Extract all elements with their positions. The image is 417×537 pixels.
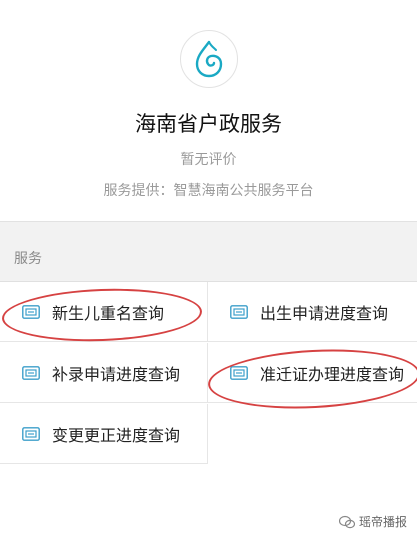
service-item-label: 变更更正进度查询 [52,425,181,445]
services-grid: 新生儿重名查询 出生申请进度查询 补录申请进度查询 准迁证办理进度查询 变更更正… [0,281,417,537]
id-card-icon [22,365,40,380]
rating-text: 暂无评价 [180,152,237,168]
wechat-icon [338,515,355,528]
id-card-icon [230,304,248,319]
service-item-supplement-progress[interactable]: 补录申请进度查询 [0,343,208,403]
service-item-migration-permit-progress[interactable]: 准迁证办理进度查询 [208,343,417,403]
service-logo [180,30,238,88]
hainan-logo-icon [195,40,223,78]
service-item-change-correction-progress[interactable]: 变更更正进度查询 [0,404,208,464]
section-header [0,221,417,282]
watermark-text: 瑶帝播报 [358,515,407,529]
id-card-icon [22,304,40,319]
service-item-label: 新生儿重名查询 [52,303,165,323]
service-header: 海南省户政服务 暂无评价 服务提供：智慧海南公共服务平台 [0,0,417,221]
id-card-icon [230,365,248,380]
service-item-label: 出生申请进度查询 [260,303,389,323]
service-item-label: 准迁证办理进度查询 [260,364,405,384]
id-card-icon [22,426,40,441]
service-item-newborn-name[interactable]: 新生儿重名查询 [0,282,208,342]
provider-text: 服务提供：智慧海南公共服务平台 [103,183,314,199]
watermark: 瑶帝播报 [338,513,407,530]
service-item-birth-progress[interactable]: 出生申请进度查询 [208,282,417,342]
service-item-label: 补录申请进度查询 [52,364,181,384]
page-title: 海南省户政服务 [135,112,282,136]
section-label: 服务 [14,251,42,267]
